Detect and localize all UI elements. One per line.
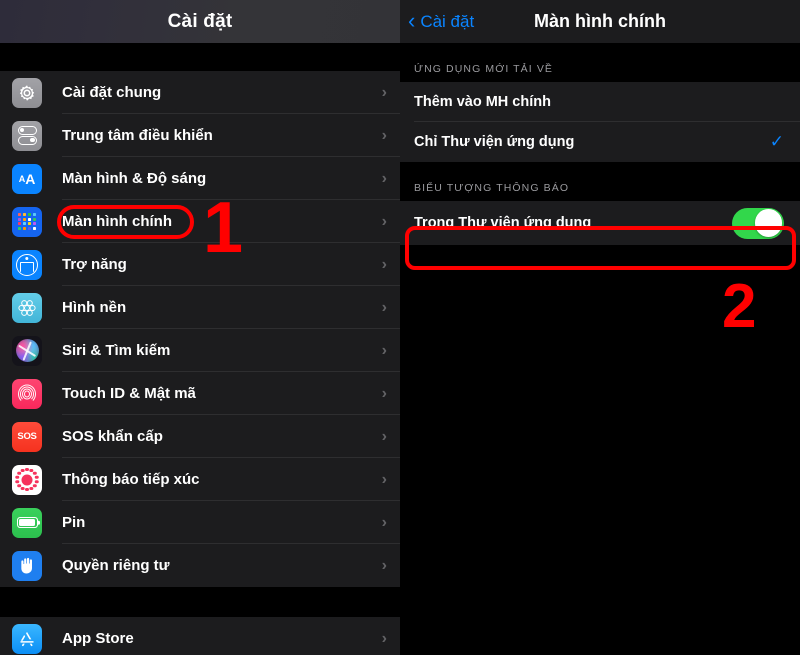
sidebar-item-app-store[interactable]: App Store › [0, 617, 400, 655]
chevron-right-icon: › [381, 212, 387, 230]
accessibility-icon [12, 249, 42, 280]
chevron-right-icon: › [381, 341, 387, 359]
home-screen-detail-panel: ‹ Cài đặt Màn hình chính ỨNG DỤNG MỚI TẢ… [400, 0, 800, 655]
sidebar-item-label: Thông báo tiếp xúc [62, 471, 200, 488]
siri-icon [12, 335, 42, 366]
sidebar-item-exposure-notifications[interactable]: Thông báo tiếp xúc › [0, 458, 400, 501]
sidebar-item-label: Touch ID & Mật mã [62, 385, 196, 402]
sidebar-item-emergency-sos[interactable]: SOS SOS khẩn cấp › [0, 415, 400, 458]
chevron-right-icon: › [381, 255, 387, 273]
sidebar-item-home-screen[interactable]: Màn hình chính › [0, 200, 400, 243]
sidebar-item-accessibility[interactable]: Trợ năng › [0, 243, 400, 286]
sidebar-item-label: Trợ năng [62, 256, 127, 273]
battery-icon [12, 507, 42, 538]
option-label: Chỉ Thư viện ứng dụng [414, 134, 575, 150]
back-button[interactable]: ‹ Cài đặt [408, 7, 475, 33]
chevron-right-icon: › [381, 384, 387, 402]
chevron-right-icon: › [381, 83, 387, 101]
settings-list-panel: Cài đặt Cài đặt chung › Trung tâm điều k… [0, 0, 400, 655]
gear-icon [12, 77, 42, 108]
left-top-gap [0, 43, 400, 71]
option-app-library-only[interactable]: Chỉ Thư viện ứng dụng ✓ [400, 122, 800, 162]
sidebar-item-label: Trung tâm điều khiển [62, 127, 213, 144]
section-header-new-apps: ỨNG DỤNG MỚI TẢI VỀ [400, 43, 800, 82]
sidebar-item-label: Pin [62, 514, 86, 531]
chevron-right-icon: › [381, 427, 387, 445]
sidebar-item-general[interactable]: Cài đặt chung › [0, 71, 400, 114]
control-center-icon [12, 120, 42, 151]
left-header: Cài đặt [0, 0, 400, 43]
back-button-label: Cài đặt [420, 11, 475, 31]
chevron-right-icon: › [381, 470, 387, 488]
sidebar-item-siri-search[interactable]: Siri & Tìm kiếm › [0, 329, 400, 372]
sidebar-item-label: Màn hình & Độ sáng [62, 170, 207, 187]
right-header: ‹ Cài đặt Màn hình chính [400, 0, 800, 43]
page-title: Cài đặt [167, 10, 233, 32]
display-brightness-icon: AA [12, 163, 42, 194]
sidebar-item-touch-id-passcode[interactable]: Touch ID & Mật mã › [0, 372, 400, 415]
sidebar-item-control-center[interactable]: Trung tâm điều khiển › [0, 114, 400, 157]
chevron-right-icon: › [381, 126, 387, 144]
chevron-left-icon: ‹ [408, 7, 416, 33]
chevron-right-icon: › [381, 556, 387, 574]
sos-icon: SOS [12, 421, 42, 452]
option-label: Thêm vào MH chính [414, 94, 551, 110]
sidebar-item-wallpaper[interactable]: Hình nền › [0, 286, 400, 329]
option-add-to-home-screen[interactable]: Thêm vào MH chính [400, 82, 800, 122]
sidebar-item-label: Quyền riêng tư [62, 557, 170, 574]
privacy-hand-icon [12, 550, 42, 581]
group-gap [0, 587, 400, 617]
sidebar-item-label: Siri & Tìm kiếm [62, 342, 171, 359]
checkmark-icon: ✓ [769, 132, 784, 151]
app-library-badge-toggle[interactable] [732, 207, 784, 239]
settings-split-screen: Cài đặt Cài đặt chung › Trung tâm điều k… [0, 0, 800, 655]
wallpaper-icon [12, 292, 42, 323]
chevron-right-icon: › [381, 298, 387, 316]
section-header-notification-badges: BIỂU TƯỢNG THÔNG BÁO [400, 162, 800, 201]
sidebar-item-label: Cài đặt chung [62, 84, 162, 101]
chevron-right-icon: › [381, 513, 387, 531]
section-notification-badges-group: Trong Thư viện ứng dụng [400, 201, 800, 245]
option-show-in-app-library[interactable]: Trong Thư viện ứng dụng [400, 201, 800, 245]
settings-group-secondary: App Store › [0, 617, 400, 655]
sidebar-item-privacy[interactable]: Quyền riêng tư › [0, 544, 400, 587]
toggle-knob [754, 209, 783, 237]
sidebar-item-label: Hình nền [62, 299, 127, 316]
sidebar-item-battery[interactable]: Pin › [0, 501, 400, 544]
chevron-right-icon: › [381, 169, 387, 187]
sidebar-item-label: Màn hình chính [62, 213, 172, 230]
settings-group-main: Cài đặt chung › Trung tâm điều khiển › A… [0, 71, 400, 587]
home-screen-icon [12, 206, 42, 237]
app-store-icon [12, 623, 42, 654]
touch-id-icon [12, 378, 42, 409]
sidebar-item-display-brightness[interactable]: AA Màn hình & Độ sáng › [0, 157, 400, 200]
sidebar-item-label: App Store [62, 630, 134, 647]
section-new-apps-group: Thêm vào MH chính Chỉ Thư viện ứng dụng … [400, 82, 800, 162]
exposure-notification-icon [12, 464, 42, 495]
chevron-right-icon: › [381, 629, 387, 647]
option-label: Trong Thư viện ứng dụng [414, 215, 592, 231]
sidebar-item-label: SOS khẩn cấp [62, 428, 163, 445]
